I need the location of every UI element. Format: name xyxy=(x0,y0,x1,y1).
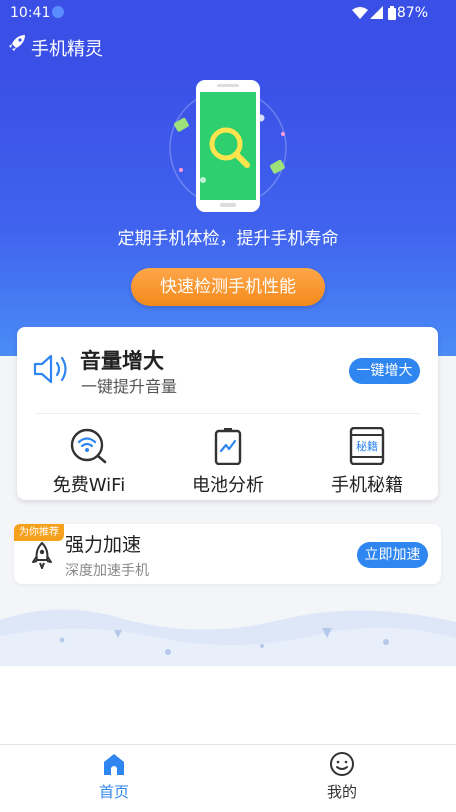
volume-boost-card: 音量增大 一键提升音量 一键增大 免费WiFi 电池分析 秘籍 手机秘籍 xyxy=(17,327,438,500)
download-icon xyxy=(52,6,64,18)
feature-label: 免费WiFi xyxy=(52,475,126,496)
battery-icon xyxy=(388,6,396,20)
one-key-boost-button[interactable]: 一键增大 xyxy=(349,358,420,384)
volume-boost-subtitle: 一键提升音量 xyxy=(81,377,178,396)
hero-section: 定期手机体检，提升手机寿命 快速检测手机性能 xyxy=(0,66,456,356)
wifi-icon xyxy=(352,7,368,19)
tab-home[interactable]: 首页 xyxy=(64,751,164,802)
wave-background xyxy=(0,609,456,666)
hero-tagline: 定期手机体检，提升手机寿命 xyxy=(117,229,339,249)
boost-now-button[interactable]: 立即加速 xyxy=(357,542,428,568)
feature-phone-tips[interactable]: 秘籍 手机秘籍 xyxy=(297,427,437,497)
app-bar: 手机精灵 xyxy=(0,26,456,66)
volume-boost-title: 音量增大 xyxy=(80,349,164,373)
card-divider xyxy=(35,413,420,414)
feature-free-wifi[interactable]: 免费WiFi xyxy=(19,427,159,497)
power-boost-card[interactable]: 为你推荐 强力加速 深度加速手机 立即加速 xyxy=(14,524,441,584)
quick-detect-button[interactable]: 快速检测手机性能 xyxy=(131,268,325,306)
rocket-icon xyxy=(9,35,25,51)
rocket-icon xyxy=(32,541,52,569)
battery-analysis-icon xyxy=(214,428,242,465)
status-bar: 10:41 87% xyxy=(0,0,456,26)
book-icon-text: 秘籍 xyxy=(356,439,378,453)
power-boost-subtitle: 深度加速手机 xyxy=(65,563,149,579)
feature-battery-analysis[interactable]: 电池分析 xyxy=(158,427,298,497)
status-time: 10:41 xyxy=(10,5,51,21)
tab-mine-label: 我的 xyxy=(326,783,357,801)
secret-book-icon: 秘籍 xyxy=(349,427,385,465)
app-title: 手机精灵 xyxy=(31,39,103,60)
tab-mine[interactable]: 我的 xyxy=(292,751,392,802)
feature-label: 电池分析 xyxy=(192,475,264,496)
profile-icon xyxy=(330,752,354,776)
power-boost-title: 强力加速 xyxy=(65,534,142,556)
wifi-search-icon xyxy=(70,428,107,464)
feature-label: 手机秘籍 xyxy=(331,475,403,496)
bottom-nav: 首页 我的 xyxy=(0,744,456,812)
battery-level: 87% xyxy=(396,5,428,21)
recommend-badge: 为你推荐 xyxy=(14,524,64,541)
tab-home-label: 首页 xyxy=(98,783,129,801)
phone-scan-illustration xyxy=(169,80,287,212)
home-icon xyxy=(104,754,124,775)
signal-icon xyxy=(370,6,383,19)
content-blank-area xyxy=(0,666,456,744)
speaker-icon xyxy=(33,354,67,384)
